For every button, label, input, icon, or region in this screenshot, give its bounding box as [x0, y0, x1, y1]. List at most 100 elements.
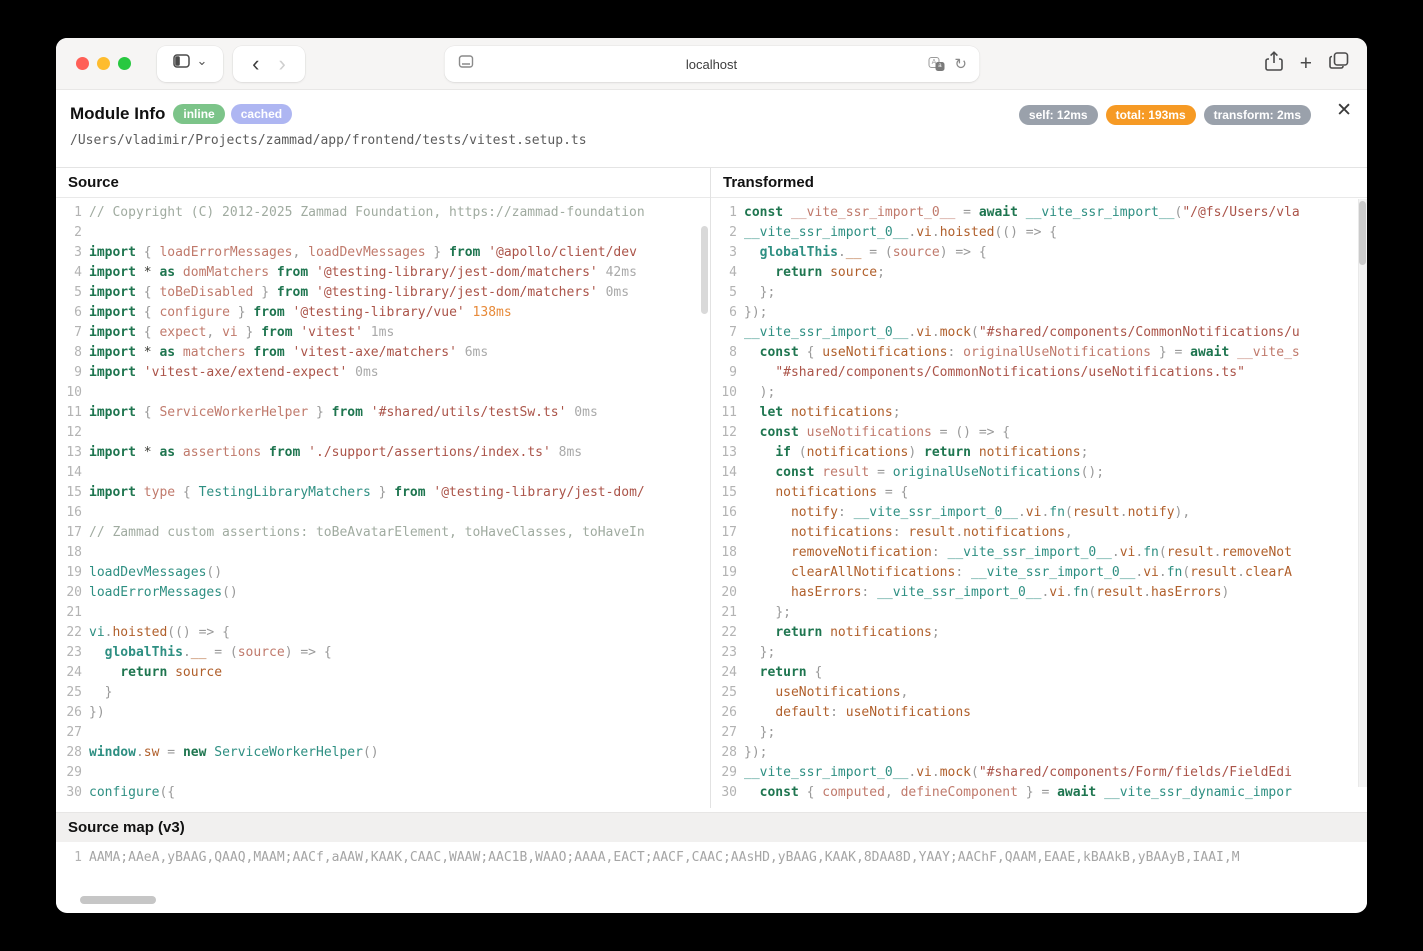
transformed-scrollbar-thumb[interactable] [1359, 201, 1366, 265]
line-number: 10 [56, 383, 89, 403]
line-number: 23 [711, 643, 744, 663]
share-icon[interactable] [1265, 51, 1283, 76]
line-number: 6 [711, 303, 744, 323]
line-number: 5 [56, 283, 89, 303]
close-icon[interactable]: ✕ [1336, 99, 1352, 122]
line-number: 24 [711, 663, 744, 683]
code-line: 16 [56, 503, 710, 523]
line-number: 3 [711, 243, 744, 263]
code-line: 13import * as assertions from './support… [56, 443, 710, 463]
code-line: 6import { configure } from '@testing-lib… [56, 303, 710, 323]
line-number: 9 [711, 363, 744, 383]
code-line: 21 [56, 603, 710, 623]
line-number: 8 [711, 343, 744, 363]
sourcemap-title: Source map (v3) [56, 812, 1367, 842]
line-number: 18 [711, 543, 744, 563]
code-line: 1AAMA;AAeA,yBAAG,QAAQ,MAAM;AACf,aAAW,KAA… [56, 848, 1367, 868]
code-line: 22vi.hoisted(() => { [56, 623, 710, 643]
code-line: 25 useNotifications, [711, 683, 1367, 703]
transformed-scrollbar-track[interactable] [1358, 199, 1367, 787]
code-line: 19 clearAllNotifications: __vite_ssr_imp… [711, 563, 1367, 583]
line-number: 24 [56, 663, 89, 683]
line-number: 1 [711, 203, 744, 223]
line-number: 16 [711, 503, 744, 523]
line-number: 9 [56, 363, 89, 383]
code-line: 23 globalThis.__ = (source) => { [56, 643, 710, 663]
timing-badge: total: 193ms [1106, 105, 1196, 125]
line-number: 4 [711, 263, 744, 283]
close-window-button[interactable] [76, 57, 89, 70]
code-line: 18 [56, 543, 710, 563]
code-line: 24 return { [711, 663, 1367, 683]
line-number: 10 [711, 383, 744, 403]
source-scrollbar-thumb[interactable] [701, 226, 708, 314]
line-number: 27 [56, 723, 89, 743]
line-number: 11 [56, 403, 89, 423]
line-number: 7 [711, 323, 744, 343]
sidebar-icon[interactable] [173, 54, 190, 73]
code-line: 14 const result = originalUseNotificatio… [711, 463, 1367, 483]
line-number: 12 [711, 423, 744, 443]
code-line: 1const __vite_ssr_import_0__ = await __v… [711, 203, 1367, 223]
sourcemap-hscrollbar-thumb[interactable] [80, 896, 156, 904]
code-line: 5import { toBeDisabled } from '@testing-… [56, 283, 710, 303]
line-number: 26 [711, 703, 744, 723]
code-line: 27 }; [711, 723, 1367, 743]
back-button[interactable]: ‹ [252, 53, 259, 75]
line-number: 17 [711, 523, 744, 543]
chevron-down-icon[interactable]: ⌄ [197, 53, 208, 69]
line-number: 23 [56, 643, 89, 663]
url-text[interactable]: localhost [444, 57, 979, 72]
zoom-window-button[interactable] [118, 57, 131, 70]
nav-buttons: ‹ › [233, 46, 305, 82]
code-line: 28window.sw = new ServiceWorkerHelper() [56, 743, 710, 763]
line-number: 13 [56, 443, 89, 463]
line-number: 2 [56, 223, 89, 243]
code-line: 22 return notifications; [711, 623, 1367, 643]
traffic-lights [76, 57, 131, 70]
code-line: 4import * as domMatchers from '@testing-… [56, 263, 710, 283]
minimize-window-button[interactable] [97, 57, 110, 70]
line-number: 22 [56, 623, 89, 643]
address-bar[interactable]: localhost A a ↻ [444, 46, 979, 82]
line-number: 14 [56, 463, 89, 483]
code-line: 17// Zammad custom assertions: toBeAvata… [56, 523, 710, 543]
new-tab-button[interactable]: + [1300, 53, 1312, 74]
source-panel[interactable]: Source 1// Copyright (C) 2012-2025 Zamma… [56, 168, 710, 808]
browser-window: ⌄ ‹ › localhost A a ↻ + [56, 38, 1367, 913]
module-info-header: Module Info inlinecached self: 12mstotal… [56, 90, 1367, 168]
sourcemap-body[interactable]: 1AAMA;AAeA,yBAAG,QAAQ,MAAM;AACf,aAAW,KAA… [56, 842, 1367, 909]
source-code: 1// Copyright (C) 2012-2025 Zammad Found… [56, 198, 710, 803]
code-line: 5 }; [711, 283, 1367, 303]
line-number: 5 [711, 283, 744, 303]
sidebar-toggle-group[interactable]: ⌄ [157, 46, 223, 82]
timing-badge: self: 12ms [1019, 105, 1098, 125]
line-number: 1 [56, 848, 89, 868]
line-number: 28 [56, 743, 89, 763]
code-line: 2__vite_ssr_import_0__.vi.hoisted(() => … [711, 223, 1367, 243]
forward-button[interactable]: › [279, 53, 286, 75]
sourcemap-code: 1AAMA;AAeA,yBAAG,QAAQ,MAAM;AACf,aAAW,KAA… [56, 842, 1367, 868]
module-file-path: /Users/vladimir/Projects/zammad/app/fron… [70, 133, 587, 148]
line-number: 4 [56, 263, 89, 283]
tab-overview-icon[interactable] [1329, 52, 1349, 75]
line-number: 25 [56, 683, 89, 703]
code-line: 1// Copyright (C) 2012-2025 Zammad Found… [56, 203, 710, 223]
code-line: 11import { ServiceWorkerHelper } from '#… [56, 403, 710, 423]
code-line: 9 "#shared/components/CommonNotification… [711, 363, 1367, 383]
code-line: 10 [56, 383, 710, 403]
transformed-panel-title: Transformed [711, 168, 1367, 198]
code-line: 26}) [56, 703, 710, 723]
code-line: 17 notifications: result.notifications, [711, 523, 1367, 543]
line-number: 3 [56, 243, 89, 263]
module-badge: cached [231, 104, 292, 124]
line-number: 20 [711, 583, 744, 603]
code-line: 25 } [56, 683, 710, 703]
line-number: 6 [56, 303, 89, 323]
line-number: 12 [56, 423, 89, 443]
transformed-panel[interactable]: Transformed 1const __vite_ssr_import_0__… [710, 168, 1367, 808]
code-line: 13 if (notifications) return notificatio… [711, 443, 1367, 463]
translate-icon[interactable]: A a [928, 57, 944, 71]
line-number: 26 [56, 703, 89, 723]
line-number: 19 [56, 563, 89, 583]
